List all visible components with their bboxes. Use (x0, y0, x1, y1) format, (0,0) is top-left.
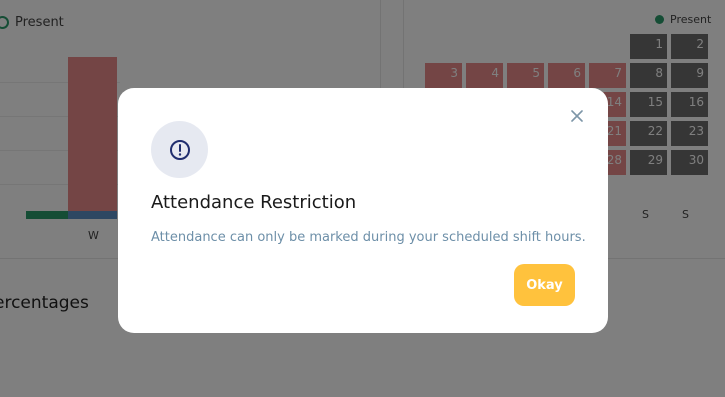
dialog-title: Attendance Restriction (151, 192, 357, 213)
dialog-message: Attendance can only be marked during you… (151, 230, 586, 245)
alert-badge (151, 121, 208, 178)
exclamation-circle-icon (169, 139, 190, 160)
okay-button[interactable]: Okay (514, 264, 575, 306)
close-button[interactable] (568, 107, 586, 125)
close-icon (571, 110, 583, 122)
attendance-restriction-dialog: Attendance Restriction Attendance can on… (118, 88, 608, 333)
